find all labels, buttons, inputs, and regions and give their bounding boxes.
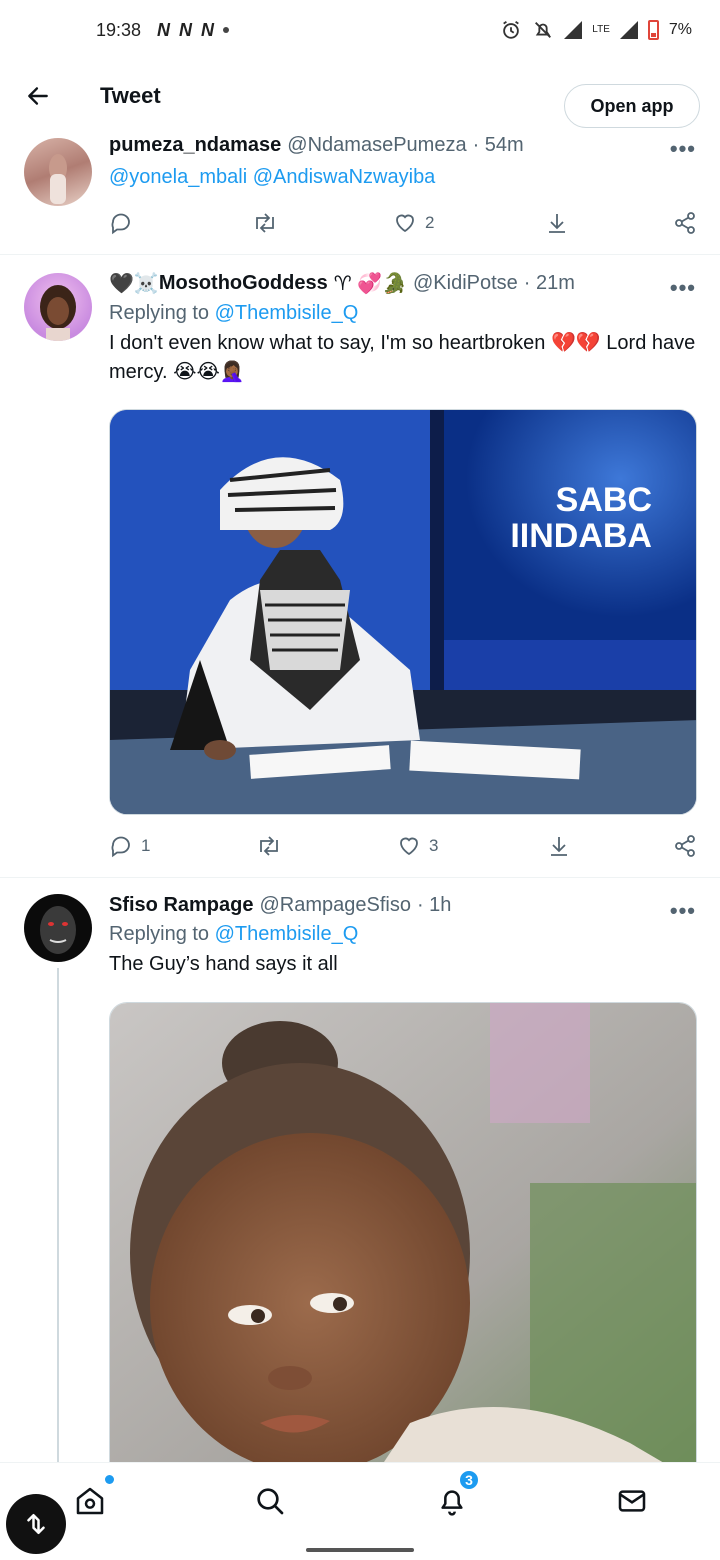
more-notifications-dot <box>223 27 230 33</box>
download-button[interactable] <box>545 211 569 235</box>
retweet-button[interactable] <box>251 211 279 235</box>
netflix-icon: N <box>201 19 214 40</box>
name-emoji-prefix: 🖤☠️ <box>109 273 159 295</box>
replying-to-link[interactable]: @Thembisile_Q <box>215 302 359 324</box>
avatar[interactable] <box>24 273 92 341</box>
notification-icons: N N N <box>157 19 214 41</box>
replying-to-link[interactable]: @Thembisile_Q <box>215 923 359 945</box>
tweet[interactable]: pumeza_ndamase @NdamasePumeza · 54m @yon… <box>0 132 720 254</box>
battery-level: 7% <box>668 21 692 38</box>
alarm-icon <box>503 20 520 39</box>
share-icon <box>675 212 695 234</box>
home-icon <box>76 1487 104 1515</box>
replying-to: Replying to @Thembisile_Q <box>109 302 359 324</box>
avatar[interactable] <box>24 138 92 206</box>
like-count: 2 <box>425 213 435 232</box>
status-bar: 19:38 N N N LTE 7% <box>0 0 720 60</box>
tweet-time: · 21m <box>523 272 575 294</box>
search-icon <box>257 1488 284 1515</box>
author-name[interactable]: MosothoGoddess <box>159 272 328 295</box>
tweet-text: I don't even know what to say, I'm so he… <box>109 332 696 383</box>
reply-button[interactable] <box>109 211 133 235</box>
author-name[interactable]: Sfiso Rampage <box>109 894 253 917</box>
like-button[interactable]: 3 <box>397 834 438 858</box>
tweet-text: The Guy’s hand says it all <box>109 953 338 975</box>
top-app-bar: Tweet Open app <box>0 60 720 132</box>
signal-icon <box>564 21 583 39</box>
author-name[interactable]: pumeza_ndamase <box>109 134 281 157</box>
download-button[interactable] <box>547 834 571 858</box>
author-handle[interactable]: @RampageSfiso <box>259 894 410 917</box>
mute-icon <box>535 22 552 38</box>
nav-notifications[interactable]: 3 <box>434 1469 480 1519</box>
more-options-icon[interactable]: ••• <box>670 275 696 301</box>
name-emoji-suffix: ♈ 💞🐊 <box>333 273 407 295</box>
rotate-icon <box>27 1514 45 1534</box>
more-options-icon[interactable]: ••• <box>670 898 696 924</box>
netflix-icon: N <box>157 19 170 40</box>
like-button[interactable]: 2 <box>393 211 434 235</box>
replying-to: Replying to @Thembisile_Q <box>109 923 359 945</box>
download-icon <box>551 837 567 856</box>
like-count: 3 <box>429 836 439 855</box>
back-arrow-icon <box>28 87 48 105</box>
retweet-icon <box>260 836 278 856</box>
tweet-image[interactable]: SABC IINDABA <box>109 409 697 815</box>
floating-action-button[interactable] <box>6 1494 66 1554</box>
heart-icon <box>400 837 418 856</box>
share-icon <box>675 835 695 857</box>
nav-home[interactable] <box>72 1475 114 1519</box>
nav-search[interactable] <box>252 1483 288 1519</box>
bottom-navigation: 3 <box>0 1462 720 1538</box>
reply-button[interactable]: 1 <box>109 834 150 858</box>
open-app-button[interactable]: Open app <box>564 84 700 128</box>
retweet-icon <box>256 213 274 233</box>
home-indicator[interactable] <box>306 1548 414 1552</box>
tweet[interactable]: 🖤☠️ MosothoGoddess ♈ 💞🐊 @KidiPotse · 21m… <box>0 255 720 877</box>
author-handle[interactable]: @NdamasePumeza <box>287 134 466 157</box>
thread-line <box>57 968 59 1462</box>
more-options-icon[interactable]: ••• <box>670 136 696 162</box>
new-content-dot <box>105 1475 114 1484</box>
reply-icon <box>111 836 130 858</box>
nav-messages[interactable] <box>614 1483 650 1519</box>
reply-count: 1 <box>141 836 151 855</box>
reply-icon <box>111 213 130 235</box>
avatar[interactable] <box>24 894 92 962</box>
mail-icon <box>618 1490 646 1512</box>
retweet-button[interactable] <box>255 834 283 858</box>
status-time: 19:38 <box>96 19 142 40</box>
share-button[interactable] <box>673 211 697 235</box>
back-button[interactable] <box>18 76 58 116</box>
network-type: LTE <box>592 24 610 35</box>
tweet-time: · 1h <box>416 894 452 916</box>
battery-icon <box>647 20 659 40</box>
tweet-time: · 54m <box>472 134 524 156</box>
heart-icon <box>396 214 414 233</box>
netflix-icon: N <box>179 19 192 40</box>
download-icon <box>549 214 565 233</box>
author-handle[interactable]: @KidiPotse <box>413 272 518 295</box>
page-title: Tweet <box>100 83 161 108</box>
tweet-image[interactable] <box>109 1002 697 1462</box>
notification-badge: 3 <box>458 1469 480 1491</box>
sabc-logo: SABC IINDABA <box>510 481 652 555</box>
mentions[interactable]: @yonela_mbali @AndiswaNzwayiba <box>109 163 698 192</box>
signal-icon <box>619 21 638 39</box>
tweet[interactable]: Sfiso Rampage @RampageSfiso · 1h Replyin… <box>0 878 720 1462</box>
share-button[interactable] <box>673 834 697 858</box>
